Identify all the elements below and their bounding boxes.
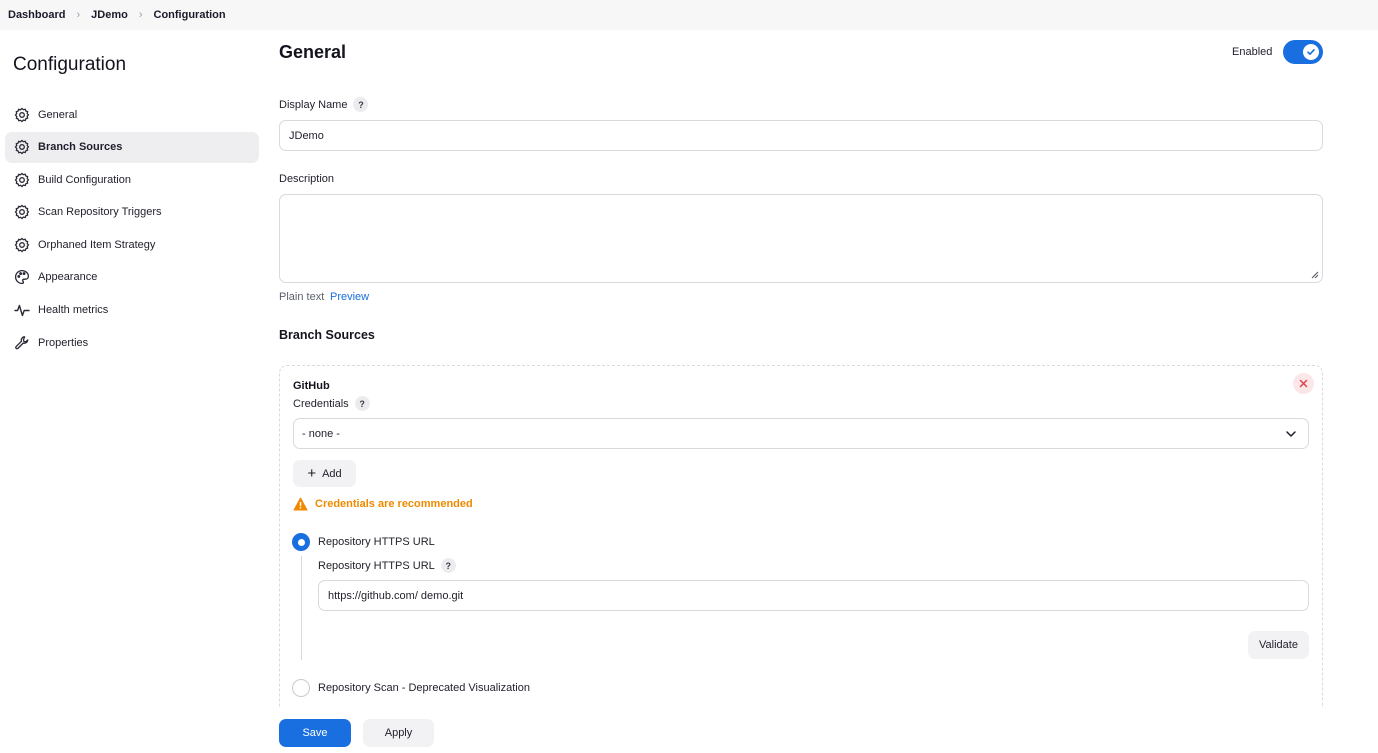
https-url-label: Repository HTTPS URL ?	[318, 558, 456, 573]
description-label: Description	[279, 173, 334, 185]
sidebar-item-label: Build Configuration	[38, 173, 131, 186]
help-icon[interactable]: ?	[354, 396, 370, 411]
credentials-select[interactable]: - none -	[293, 418, 1309, 449]
display-name-field[interactable]: JDemo	[279, 120, 1323, 151]
gear-icon	[13, 106, 30, 123]
nest-divider	[301, 556, 302, 660]
close-icon	[1299, 379, 1308, 388]
bottom-action-bar	[0, 708, 1378, 753]
preview-link[interactable]: Preview	[330, 291, 369, 303]
sidebar-nav: General Branch Sources Build Configurati…	[5, 99, 259, 360]
display-name-label-text: Display Name	[279, 98, 348, 111]
radio-label: Repository HTTPS URL	[318, 536, 435, 548]
sidebar-item-build-configuration[interactable]: Build Configuration	[5, 164, 259, 195]
credentials-selected-value: - none -	[302, 427, 340, 440]
gear-icon	[13, 139, 30, 156]
display-name-label: Display Name ?	[279, 97, 369, 112]
plain-text-label: Plain text	[279, 291, 325, 303]
sidebar-item-label: Health metrics	[38, 304, 109, 317]
resize-grip-icon[interactable]	[1311, 271, 1319, 279]
github-source-title: GitHub	[293, 380, 330, 392]
breadcrumb-jdemo[interactable]: JDemo	[91, 9, 128, 21]
sidebar-item-properties[interactable]: Properties	[5, 327, 259, 358]
gear-icon	[13, 171, 30, 188]
credentials-label-text: Credentials	[293, 397, 349, 410]
apply-button[interactable]: Apply	[363, 719, 434, 747]
sidebar-item-branch-sources[interactable]: Branch Sources	[5, 131, 259, 163]
wrench-icon	[13, 334, 30, 351]
radio-selected-icon	[292, 533, 310, 551]
breadcrumb-configuration[interactable]: Configuration	[154, 9, 226, 21]
help-icon[interactable]: ?	[353, 97, 369, 112]
gear-icon	[13, 236, 30, 253]
chevron-right-icon: ›	[138, 9, 143, 21]
sidebar-item-health-metrics[interactable]: Health metrics	[5, 295, 259, 326]
enabled-label: Enabled	[1232, 46, 1273, 58]
chevron-down-icon	[1286, 431, 1296, 437]
enabled-toggle[interactable]	[1283, 40, 1323, 64]
sidebar-title: Configuration	[13, 54, 127, 75]
description-textarea[interactable]	[279, 194, 1323, 283]
sidebar-item-orphaned-item-strategy[interactable]: Orphaned Item Strategy	[5, 229, 259, 260]
credentials-warning: Credentials are recommended	[293, 497, 473, 511]
plus-icon: +	[307, 465, 317, 482]
github-source-card	[279, 365, 1323, 710]
sidebar-item-label: Orphaned Item Strategy	[38, 238, 156, 251]
gear-icon	[13, 204, 30, 221]
add-credentials-button[interactable]: + Add	[293, 460, 356, 487]
https-url-field[interactable]: https://github.com/ demo.git	[318, 580, 1309, 611]
sidebar-item-appearance[interactable]: Appearance	[5, 262, 259, 293]
sidebar-item-label: Appearance	[38, 271, 98, 284]
save-button[interactable]: Save	[279, 719, 351, 747]
chevron-right-icon: ›	[76, 9, 81, 21]
sidebar-item-label: Scan Repository Triggers	[38, 206, 162, 219]
remove-source-button[interactable]	[1293, 373, 1314, 394]
sidebar-item-label: General	[38, 108, 78, 121]
palette-icon	[13, 269, 30, 286]
validate-button[interactable]: Validate	[1248, 631, 1309, 659]
breadcrumb: Dashboard › JDemo › Configuration	[0, 0, 1378, 30]
section-heading-general: General	[279, 42, 347, 62]
warning-text: Credentials are recommended	[315, 498, 473, 510]
sidebar-item-label: Properties	[38, 336, 89, 349]
radio-unselected-icon	[292, 679, 310, 697]
credentials-label: Credentials ?	[293, 396, 370, 411]
radio-repository-scan[interactable]: Repository Scan - Deprecated Visualizati…	[292, 679, 530, 697]
warning-icon	[293, 497, 308, 511]
sidebar-item-label: Branch Sources	[38, 141, 123, 154]
description-label-text: Description	[279, 173, 335, 185]
breadcrumb-dashboard[interactable]: Dashboard	[8, 9, 65, 21]
https-url-label-text: Repository HTTPS URL	[318, 559, 435, 572]
section-heading-branch-sources: Branch Sources	[279, 328, 375, 342]
radio-repository-https-url[interactable]: Repository HTTPS URL	[292, 533, 435, 551]
sidebar-item-scan-repository-triggers[interactable]: Scan Repository Triggers	[5, 197, 259, 228]
radio-label: Repository Scan - Deprecated Visualizati…	[318, 682, 530, 694]
check-icon	[1303, 44, 1319, 60]
sidebar-item-general[interactable]: General	[5, 99, 259, 130]
add-button-label: Add	[322, 467, 342, 480]
help-icon[interactable]: ?	[440, 558, 456, 573]
pulse-icon	[13, 302, 30, 319]
